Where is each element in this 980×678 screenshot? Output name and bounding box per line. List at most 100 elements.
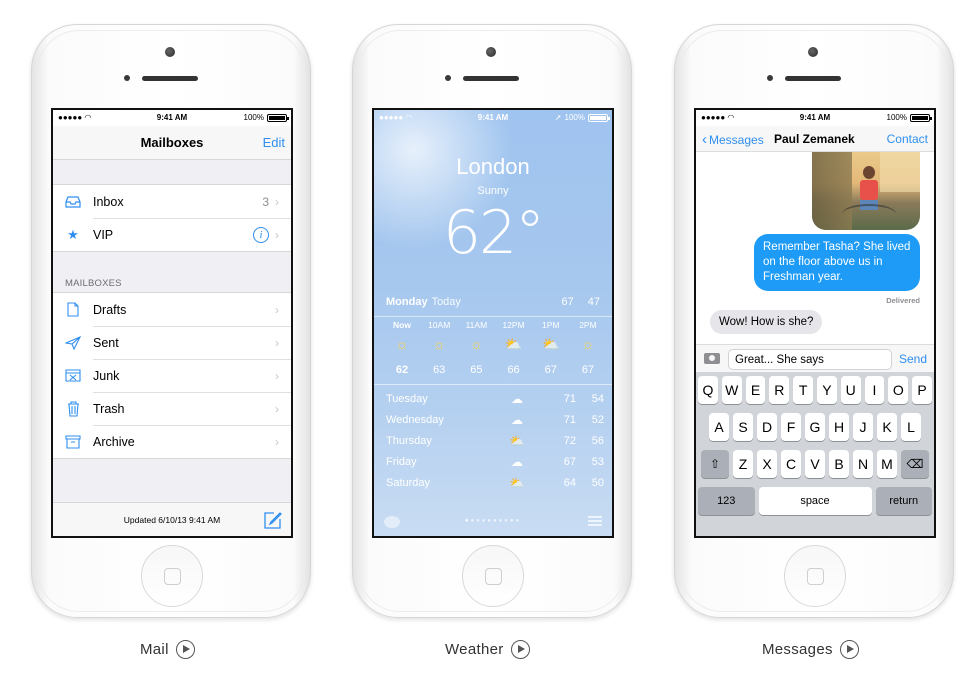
list-icon[interactable] bbox=[588, 516, 602, 526]
photo-attachment[interactable] bbox=[812, 152, 920, 230]
hourly-forecast[interactable]: Now ☼ 62 10AM ☼ 63 11AM ☼ 65 12PM ⛅ 66 1… bbox=[384, 320, 606, 376]
key-r[interactable]: R bbox=[769, 376, 790, 404]
forecast-high: 71 bbox=[563, 392, 576, 405]
play-icon[interactable] bbox=[175, 639, 195, 659]
hour-label: Now bbox=[393, 320, 411, 330]
updated-status: Updated 6/10/13 9:41 AM bbox=[123, 515, 221, 525]
hour-label: 11AM bbox=[465, 320, 488, 330]
status-bar: ●●●●● ◠ 9:41 AM 100% bbox=[696, 110, 934, 126]
mailbox-row-inbox[interactable]: Inbox 3 › bbox=[53, 185, 291, 218]
message-input[interactable] bbox=[728, 349, 892, 370]
messages-screen: ●●●●● ◠ 9:41 AM 100% ‹ Messages Paul Zema… bbox=[694, 108, 936, 538]
home-button[interactable] bbox=[141, 545, 203, 607]
outgoing-message-bubble[interactable]: Remember Tasha? She lived on the floor a… bbox=[754, 234, 920, 291]
key-y[interactable]: Y bbox=[817, 376, 837, 404]
trash-icon bbox=[53, 400, 93, 417]
mailbox-row-trash[interactable]: Trash › bbox=[53, 392, 291, 425]
caption-weather[interactable]: Weather bbox=[445, 638, 530, 660]
mailbox-label: Inbox bbox=[93, 194, 124, 209]
mailbox-row-sent[interactable]: Sent › bbox=[53, 326, 291, 359]
key-p[interactable]: P bbox=[912, 376, 932, 404]
key-f[interactable]: F bbox=[781, 413, 801, 441]
key-m[interactable]: M bbox=[877, 450, 897, 478]
info-icon[interactable]: i bbox=[253, 226, 269, 243]
mail-nav-bar: Mailboxes Edit bbox=[53, 126, 291, 160]
shift-key-icon[interactable]: ⇧ bbox=[701, 450, 729, 478]
mailbox-row-junk[interactable]: Junk › bbox=[53, 359, 291, 392]
daily-forecast[interactable]: Tuesday ☁ 71 54 Wednesday ☁ 71 52 Thursd… bbox=[386, 388, 604, 493]
mailbox-row-archive[interactable]: Archive › bbox=[53, 425, 291, 458]
chevron-left-icon: ‹ bbox=[702, 131, 707, 148]
battery-icon bbox=[588, 114, 610, 122]
caption-messages[interactable]: Messages bbox=[762, 638, 859, 660]
key-s[interactable]: S bbox=[733, 413, 753, 441]
contact-button[interactable]: Contact bbox=[887, 132, 928, 146]
compose-icon[interactable] bbox=[264, 511, 282, 534]
space-key[interactable]: space bbox=[758, 487, 872, 515]
edit-button[interactable]: Edit bbox=[263, 135, 285, 150]
chevron-right-icon: › bbox=[275, 194, 279, 209]
hour-label: 1PM bbox=[542, 320, 560, 330]
key-o[interactable]: O bbox=[888, 376, 909, 404]
key-q[interactable]: Q bbox=[698, 376, 718, 404]
messages-nav-bar: ‹ Messages Paul Zemanek Contact bbox=[696, 126, 934, 152]
weather-screen: ●●●●● ◠ 9:41 AM ➚ 100% London Sunny 62° M… bbox=[372, 108, 614, 538]
partly-cloudy-icon: ⛅ bbox=[504, 336, 523, 352]
key-w[interactable]: W bbox=[721, 376, 742, 404]
page-dots-icon[interactable]: ●●●●●●●●●● bbox=[374, 518, 612, 524]
mailbox-label: Trash bbox=[93, 401, 125, 416]
key-h[interactable]: H bbox=[829, 413, 849, 441]
front-camera bbox=[808, 47, 818, 57]
forecast-day: Thursday bbox=[386, 434, 432, 447]
caption-mail[interactable]: Mail bbox=[140, 638, 195, 660]
numbers-key[interactable]: 123 bbox=[698, 487, 755, 515]
cloud-icon: ☁ bbox=[511, 391, 523, 406]
phone-mail: ●●●●● ◠ 9:41 AM 100% Mailboxes Edit Inbo… bbox=[31, 24, 311, 618]
mailbox-row-vip[interactable]: ★ VIP i › bbox=[53, 218, 291, 251]
draft-icon bbox=[53, 302, 93, 317]
key-t[interactable]: T bbox=[793, 376, 813, 404]
key-j[interactable]: J bbox=[853, 413, 873, 441]
play-icon[interactable] bbox=[510, 639, 530, 659]
mailbox-row-drafts[interactable]: Drafts › bbox=[53, 293, 291, 326]
key-i[interactable]: I bbox=[864, 376, 885, 404]
play-icon[interactable] bbox=[839, 639, 859, 659]
key-d[interactable]: D bbox=[757, 413, 777, 441]
key-e[interactable]: E bbox=[745, 376, 766, 404]
send-button[interactable]: Send bbox=[899, 352, 927, 366]
incoming-message-bubble[interactable]: Wow! How is she? bbox=[710, 310, 823, 334]
camera-icon[interactable] bbox=[704, 353, 720, 364]
delete-key-icon[interactable]: ⌫ bbox=[901, 450, 929, 478]
divider bbox=[374, 316, 612, 317]
battery-icon bbox=[910, 114, 932, 122]
forecast-day: Friday bbox=[386, 455, 417, 468]
hour-item: 10AM ☼ 63 bbox=[421, 320, 457, 376]
key-x[interactable]: X bbox=[757, 450, 777, 478]
key-c[interactable]: C bbox=[781, 450, 801, 478]
key-v[interactable]: V bbox=[805, 450, 825, 478]
key-g[interactable]: G bbox=[805, 413, 825, 441]
key-l[interactable]: L bbox=[901, 413, 921, 441]
forecast-day: Saturday bbox=[386, 476, 431, 489]
key-u[interactable]: U bbox=[840, 376, 861, 404]
hour-temp: 63 bbox=[433, 364, 446, 376]
key-n[interactable]: N bbox=[853, 450, 873, 478]
compose-bar: Send bbox=[696, 344, 934, 372]
chevron-right-icon: › bbox=[275, 335, 279, 350]
back-button[interactable]: ‹ Messages bbox=[702, 131, 764, 148]
chevron-right-icon: › bbox=[275, 434, 279, 449]
unread-count: 3 bbox=[262, 194, 269, 209]
sun-icon: ☼ bbox=[581, 336, 595, 352]
battery-percent: 100% bbox=[564, 113, 585, 122]
sun-icon: ☼ bbox=[395, 336, 409, 352]
high-temp: 67 bbox=[561, 296, 574, 308]
return-key[interactable]: return bbox=[875, 487, 932, 515]
keyboard-row-1: Q W E R T Y U I O P bbox=[698, 376, 932, 404]
key-b[interactable]: B bbox=[829, 450, 849, 478]
hour-label: 10AM bbox=[428, 320, 451, 330]
key-k[interactable]: K bbox=[877, 413, 897, 441]
home-button[interactable] bbox=[462, 545, 524, 607]
home-button[interactable] bbox=[784, 545, 846, 607]
key-a[interactable]: A bbox=[709, 413, 729, 441]
key-z[interactable]: Z bbox=[733, 450, 753, 478]
